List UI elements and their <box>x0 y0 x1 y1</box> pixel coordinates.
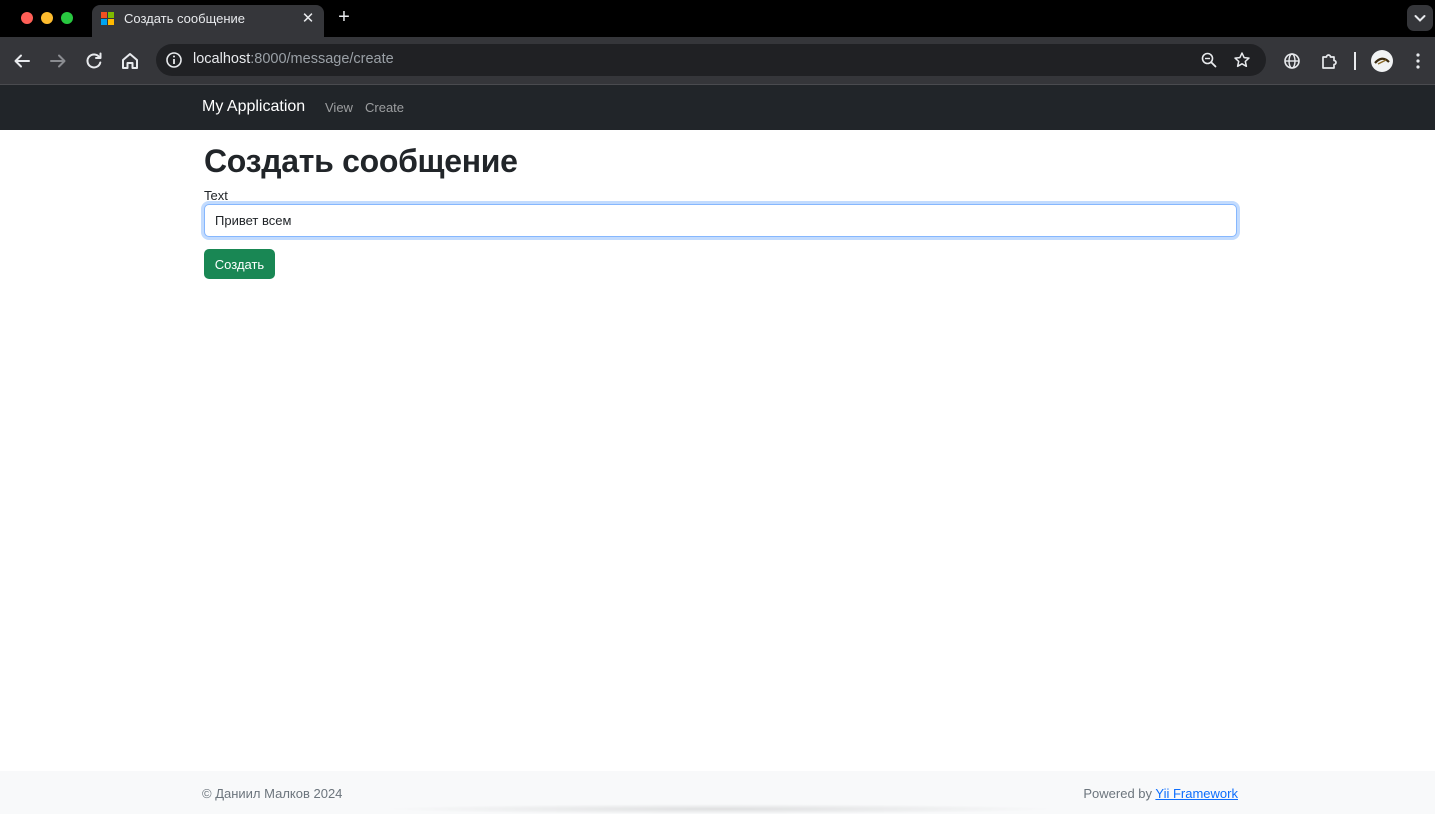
profile-avatar[interactable] <box>1371 50 1393 72</box>
toolbar-divider <box>1354 52 1356 70</box>
translate-globe-icon[interactable] <box>1280 49 1304 73</box>
copyright-text: © Даниил Малков 2024 <box>202 786 343 801</box>
footer-shadow <box>380 804 1060 814</box>
window-minimize-button[interactable] <box>41 12 53 24</box>
powered-by-text: Powered by Yii Framework <box>1083 786 1238 801</box>
back-icon[interactable] <box>10 49 34 73</box>
site-navbar: My Application View Create <box>0 85 1435 130</box>
nav-link-create[interactable]: Create <box>365 100 404 115</box>
text-input[interactable] <box>204 204 1237 237</box>
site-footer: © Даниил Малков 2024 Powered by Yii Fram… <box>0 771 1435 814</box>
address-bar[interactable]: localhost:8000/message/create <box>156 44 1266 76</box>
bookmark-star-icon[interactable] <box>1232 50 1252 70</box>
page-title: Создать сообщение <box>204 143 518 179</box>
browser-title-bar: Создать сообщение ✕ + <box>0 0 1435 37</box>
reload-icon[interactable] <box>82 49 106 73</box>
browser-tab[interactable]: Создать сообщение ✕ <box>92 5 324 37</box>
site-info-icon[interactable] <box>164 50 184 70</box>
window-maximize-button[interactable] <box>61 12 73 24</box>
zoom-icon[interactable] <box>1199 50 1219 70</box>
extensions-puzzle-icon[interactable] <box>1317 49 1341 73</box>
yii-framework-link[interactable]: Yii Framework <box>1155 786 1238 801</box>
url-text: localhost:8000/message/create <box>193 51 394 67</box>
browser-toolbar: localhost:8000/message/create <box>0 37 1435 85</box>
window-close-button[interactable] <box>21 12 33 24</box>
tab-search-button[interactable] <box>1407 5 1433 31</box>
home-icon[interactable] <box>118 49 142 73</box>
create-button[interactable]: Создать <box>204 249 275 279</box>
tab-close-icon[interactable]: ✕ <box>298 9 318 29</box>
tab-title: Создать сообщение <box>124 11 246 26</box>
text-field-label: Text <box>204 188 228 203</box>
yii-favicon-icon <box>101 12 115 26</box>
chevron-down-icon <box>1414 15 1426 22</box>
nav-link-view[interactable]: View <box>325 100 353 115</box>
browser-menu-icon[interactable] <box>1406 49 1430 73</box>
brand-link[interactable]: My Application <box>202 98 305 116</box>
forward-icon[interactable] <box>46 49 70 73</box>
new-tab-icon[interactable]: + <box>333 6 355 28</box>
